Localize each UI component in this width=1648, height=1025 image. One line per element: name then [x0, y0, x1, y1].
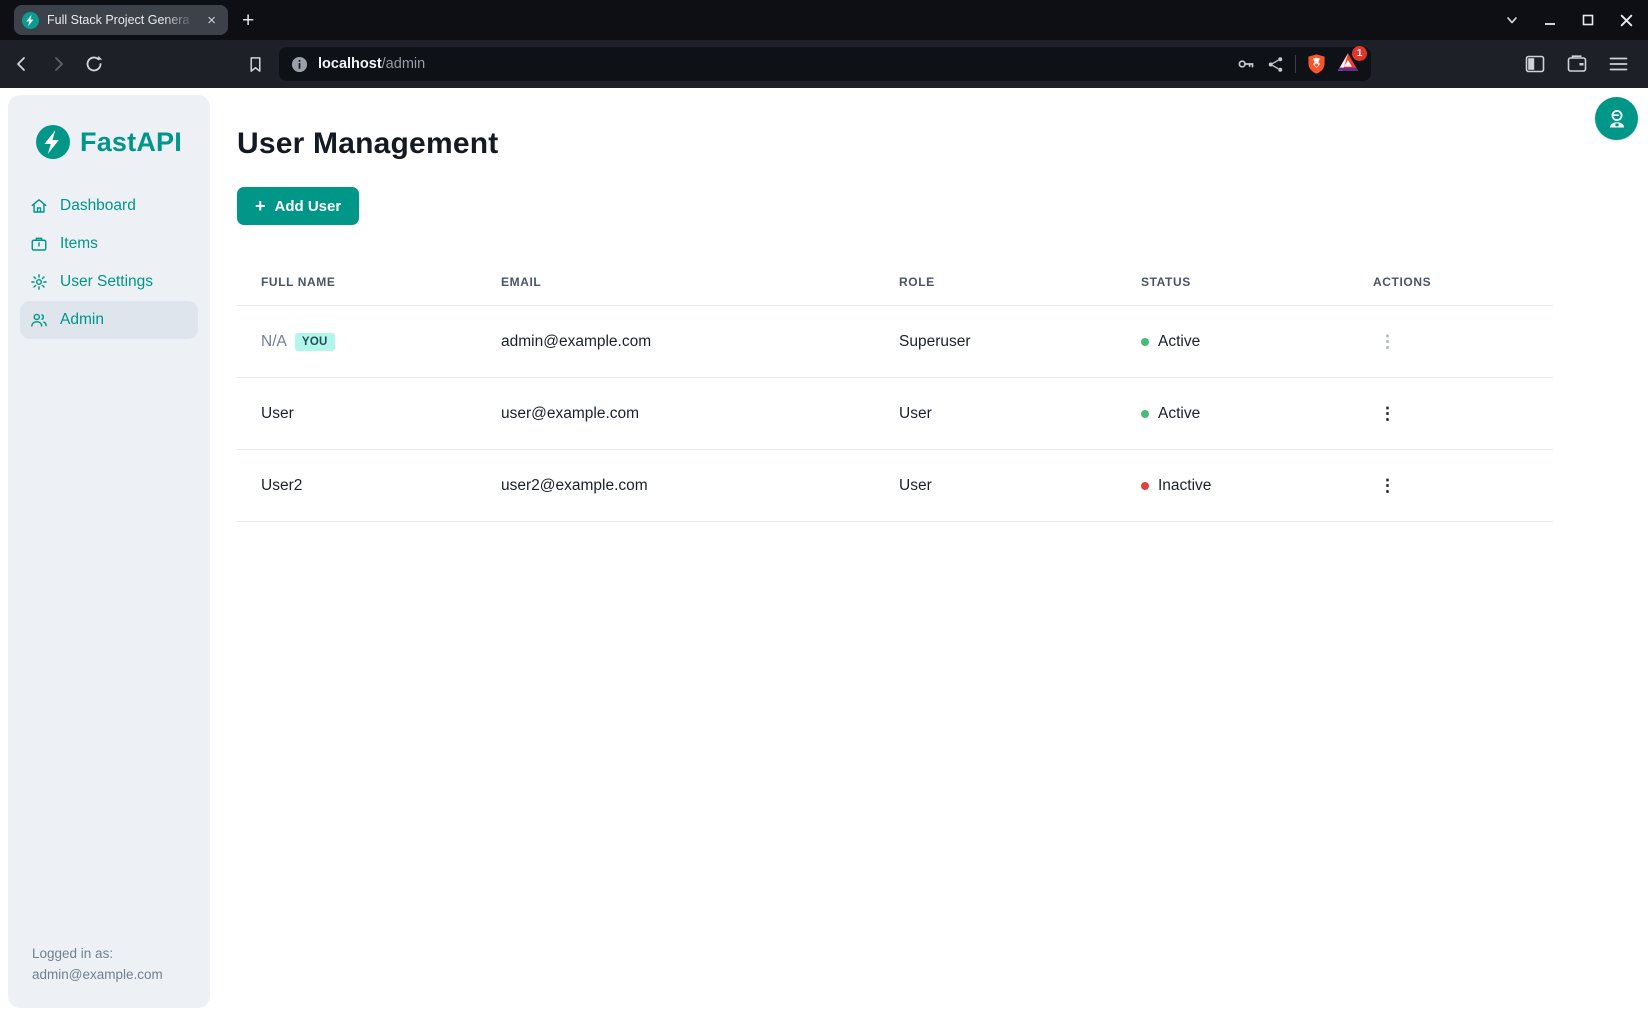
url-path: /admin [382, 56, 426, 72]
sidebar-item-user-settings[interactable]: User Settings [20, 263, 198, 301]
logged-in-info: Logged in as: admin@example.com [32, 944, 163, 986]
add-user-label: Add User [275, 198, 342, 215]
back-button[interactable] [12, 54, 32, 74]
fastapi-logo: FastAPI [36, 125, 210, 159]
sidebar-item-label: User Settings [60, 273, 153, 291]
sidebar-item-items[interactable]: Items [20, 225, 198, 263]
brave-shield-icon[interactable] [1306, 53, 1327, 75]
password-key-icon[interactable] [1236, 54, 1256, 74]
row-actions-menu-button: ⋮ [1373, 329, 1402, 354]
browser-tab[interactable]: Full Stack Project Genera × [14, 5, 228, 35]
bookmark-icon[interactable] [246, 55, 265, 74]
briefcase-icon [30, 235, 48, 253]
new-tab-button[interactable]: + [242, 10, 254, 31]
user-status: Active [1158, 333, 1200, 351]
maximize-button[interactable] [1581, 13, 1595, 27]
user-status: Inactive [1158, 477, 1211, 495]
table-header-row: Full Name Email Role Status Actions [237, 257, 1553, 306]
address-bar[interactable]: localhost/admin [279, 47, 1371, 81]
sidebar-item-label: Dashboard [60, 197, 136, 215]
col-role: Role [875, 257, 1117, 306]
sidebar-item-label: Items [60, 235, 98, 253]
omnibox-divider [1295, 55, 1296, 73]
user-role: User [875, 450, 1117, 522]
plus-icon: + [255, 197, 266, 215]
tab-search-chevron-icon[interactable] [1505, 13, 1519, 27]
status-dot-inactive [1141, 482, 1149, 490]
user-full-name: N/A [261, 333, 287, 350]
col-full-name: Full Name [237, 257, 477, 306]
main-content: User Management + Add User Full Name Ema… [237, 88, 1648, 522]
fastapi-logo-text: FastAPI [80, 127, 182, 158]
wallet-icon[interactable] [1567, 55, 1587, 73]
you-badge: YOU [295, 333, 335, 351]
tab-title: Full Stack Project Genera [47, 13, 195, 27]
share-icon[interactable] [1266, 55, 1285, 74]
sidebar-item-dashboard[interactable]: Dashboard [20, 187, 198, 225]
gear-icon [30, 273, 48, 291]
user-full-name: User [237, 378, 477, 450]
close-window-button[interactable] [1619, 13, 1634, 28]
sidebar-nav: Dashboard Items User Settings [8, 187, 210, 339]
user-email: admin@example.com [477, 306, 875, 378]
sidebar: FastAPI Dashboard Items [8, 95, 210, 1008]
status-dot-active [1141, 410, 1149, 418]
browser-window: Full Stack Project Genera × + [0, 0, 1648, 1025]
forward-button[interactable] [48, 54, 68, 74]
tab-strip: Full Stack Project Genera × + [0, 0, 1648, 40]
url-host: localhost [318, 56, 382, 72]
reload-button[interactable] [84, 54, 104, 74]
brave-rewards-button[interactable]: 1 [1337, 52, 1359, 77]
user-email: user@example.com [477, 378, 875, 450]
logged-in-email: admin@example.com [32, 965, 163, 986]
page-title: User Management [237, 127, 1648, 161]
table-row: N/A YOU admin@example.com Superuser Activ… [237, 306, 1553, 378]
add-user-button[interactable]: + Add User [237, 187, 359, 225]
tab-close-icon[interactable]: × [203, 11, 220, 30]
user-role: Superuser [875, 306, 1117, 378]
user-role: User [875, 378, 1117, 450]
user-full-name: User2 [237, 450, 477, 522]
col-actions: Actions [1349, 257, 1553, 306]
users-table: Full Name Email Role Status Actions N/A Y… [237, 257, 1553, 522]
url-text: localhost/admin [318, 56, 425, 72]
sidebar-item-label: Admin [60, 311, 104, 329]
home-icon [30, 197, 48, 215]
rewards-badge: 1 [1352, 46, 1367, 61]
status-dot-active [1141, 338, 1149, 346]
app-page: FastAPI Dashboard Items [0, 88, 1648, 1025]
table-row: User user@example.com User Active ⋮ [237, 378, 1553, 450]
logged-in-label: Logged in as: [32, 944, 163, 965]
fastapi-favicon-icon [22, 12, 39, 29]
sidebar-toggle-icon[interactable] [1525, 55, 1545, 73]
minimize-button[interactable] [1543, 13, 1557, 27]
fastapi-logo-icon [36, 125, 70, 159]
table-row: User2 user2@example.com User Inactive ⋮ [237, 450, 1553, 522]
row-actions-menu-button[interactable]: ⋮ [1373, 473, 1402, 498]
user-email: user2@example.com [477, 450, 875, 522]
browser-toolbar: localhost/admin [0, 40, 1648, 88]
users-icon [30, 311, 48, 329]
site-info-icon[interactable] [291, 56, 308, 73]
row-actions-menu-button[interactable]: ⋮ [1373, 401, 1402, 426]
col-status: Status [1117, 257, 1349, 306]
sidebar-item-admin[interactable]: Admin [20, 301, 198, 339]
col-email: Email [477, 257, 875, 306]
user-status: Active [1158, 405, 1200, 423]
menu-hamburger-icon[interactable] [1609, 56, 1628, 72]
